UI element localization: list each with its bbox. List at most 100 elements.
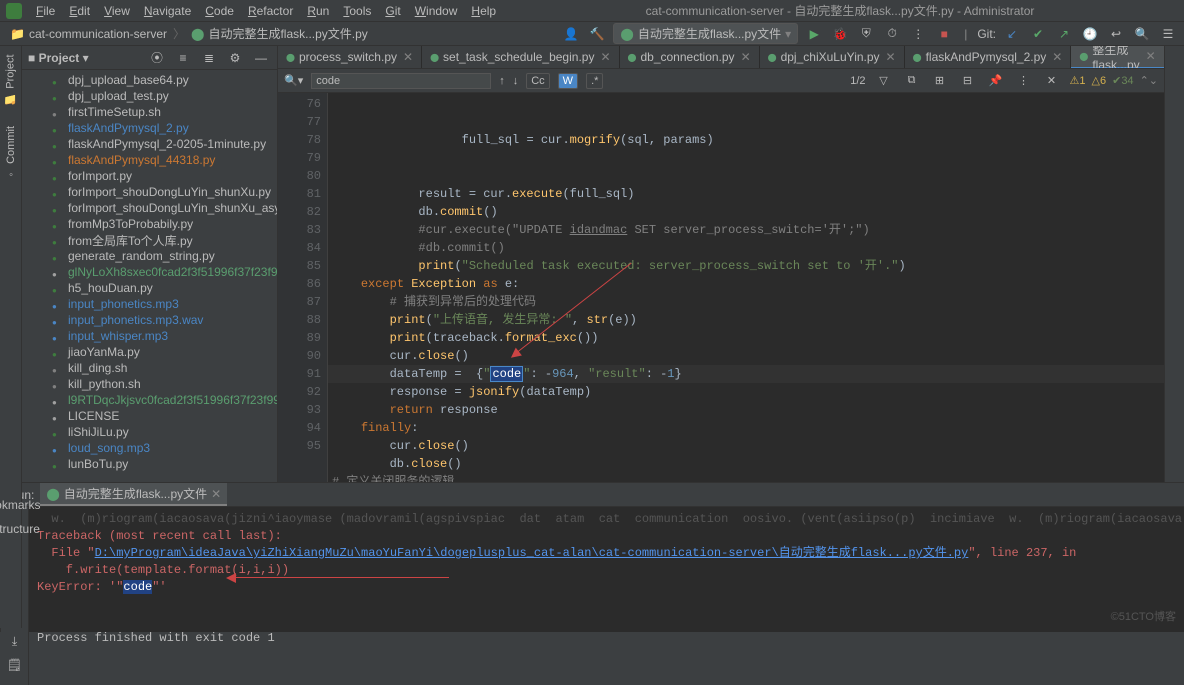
close-tab-icon[interactable]: ✕	[1052, 50, 1062, 64]
expand-all-icon[interactable]: ≡	[173, 48, 193, 68]
menu-run[interactable]: Run	[301, 2, 335, 20]
warn-indicator[interactable]: ⚠1	[1070, 74, 1086, 87]
attach-icon[interactable]: ⋮	[908, 24, 928, 44]
tree-item[interactable]: dpj_upload_test.py	[28, 88, 277, 104]
editor-tab[interactable]: ⬤set_task_schedule_begin.py✕	[422, 46, 619, 69]
prev-match-icon[interactable]: ↑	[499, 75, 505, 87]
run-config-selector[interactable]: ⬤ 自动完整生成flask...py文件 ▾	[613, 23, 798, 44]
tree-item[interactable]: kill_ding.sh	[28, 360, 277, 376]
tree-item[interactable]: flaskAndPymysql_2-0205-1minute.py	[28, 136, 277, 152]
menu-help[interactable]: Help	[465, 2, 502, 20]
git-update-icon[interactable]: ↙	[1002, 24, 1022, 44]
close-tab-icon[interactable]: ✕	[741, 50, 751, 64]
more-icon[interactable]: ⋮	[1014, 71, 1034, 91]
close-tab-icon[interactable]: ✕	[600, 50, 610, 64]
git-rollback-icon[interactable]: ↩	[1106, 24, 1126, 44]
add-sel-icon[interactable]: ⊞	[930, 71, 950, 91]
menu-code[interactable]: Code	[199, 2, 240, 20]
menu-view[interactable]: View	[98, 2, 136, 20]
menu-file[interactable]: File	[30, 2, 61, 20]
close-tab-icon[interactable]: ✕	[1146, 49, 1156, 63]
tree-item[interactable]: fromMp3ToProbabily.py	[28, 216, 277, 232]
editor-tab[interactable]: ⬤db_connection.py✕	[620, 46, 760, 69]
tree-item[interactable]: dpj_upload_base64.py	[28, 72, 277, 88]
tree-item[interactable]: from全局库To个人库.py	[28, 232, 277, 248]
run-tab[interactable]: ⬤ 自动完整生成flask...py文件 ✕	[40, 483, 227, 506]
tree-item[interactable]: loud_song.mp3	[28, 440, 277, 456]
tree-item[interactable]: glNyLoXh8sxec0fcad2f3f51996f37f23f99761	[28, 264, 277, 280]
tree-item[interactable]: firstTimeSetup.sh	[28, 104, 277, 120]
stop-icon[interactable]: ■	[934, 24, 954, 44]
tool-project-tab[interactable]: 📁Project	[4, 50, 17, 110]
profile-icon[interactable]: ⏱	[882, 24, 902, 44]
menu-edit[interactable]: Edit	[63, 2, 96, 20]
search-icon[interactable]: 🔍	[1132, 24, 1152, 44]
menu-navigate[interactable]: Navigate	[138, 2, 197, 20]
filter-icon[interactable]: ▽	[874, 71, 894, 91]
tool-commit-tab[interactable]: ◦Commit	[5, 122, 17, 184]
editor-tab[interactable]: ⬤dpj_chiXuLuYin.py✕	[760, 46, 905, 69]
hide-panel-icon[interactable]: —	[251, 48, 271, 68]
tree-item[interactable]: forImport_shouDongLuYin_shunXu.py	[28, 184, 277, 200]
regex-btn[interactable]: .*	[586, 73, 603, 89]
remove-sel-icon[interactable]: ⊟	[958, 71, 978, 91]
tree-item[interactable]: flaskAndPymysql_44318.py	[28, 152, 277, 168]
tree-item[interactable]: input_phonetics.mp3	[28, 296, 277, 312]
editor-body[interactable]: 7677787980818283848586878889909192939495…	[278, 93, 1164, 482]
breadcrumb-root[interactable]: 📁 cat-communication-server	[6, 27, 171, 41]
menu-window[interactable]: Window	[409, 2, 464, 20]
tree-item[interactable]: liShiJiLu.py	[28, 424, 277, 440]
git-history-icon[interactable]: 🕘	[1080, 24, 1100, 44]
menu-refactor[interactable]: Refactor	[242, 2, 299, 20]
tree-item[interactable]: jiaoYanMa.py	[28, 344, 277, 360]
editor-tabs: ⬤process_switch.py✕⬤set_task_schedule_be…	[278, 46, 1164, 69]
words-btn[interactable]: W	[558, 73, 578, 89]
run-console[interactable]: w. (m)riogram(iacaosava(jizni^iaoymase (…	[29, 507, 1184, 685]
ok-indicator[interactable]: ✔34	[1112, 74, 1133, 87]
tree-item[interactable]: generate_random_string.py	[28, 248, 277, 264]
close-tab-icon[interactable]: ✕	[886, 50, 896, 64]
weak-warn-indicator[interactable]: △6	[1092, 74, 1107, 87]
sel-all-icon[interactable]: ⧉	[902, 71, 922, 91]
git-push-icon[interactable]: ↗	[1054, 24, 1074, 44]
settings-icon[interactable]: ⚙	[225, 48, 245, 68]
select-opened-icon[interactable]: ⦿	[147, 48, 167, 68]
tree-item[interactable]: forImport_shouDongLuYin_shunXu_async.py	[28, 200, 277, 216]
run-icon[interactable]: ▶	[804, 24, 824, 44]
tree-item[interactable]: forImport.py	[28, 168, 277, 184]
user-icon[interactable]: 👤	[561, 24, 581, 44]
menu-tools[interactable]: Tools	[337, 2, 377, 20]
build-icon[interactable]: 🔨	[587, 24, 607, 44]
menu-git[interactable]: Git	[379, 2, 406, 20]
pin-icon[interactable]: 📌	[986, 71, 1006, 91]
tree-item[interactable]: flaskAndPymysql_2.py	[28, 120, 277, 136]
coverage-icon[interactable]: ⛨	[856, 24, 876, 44]
tree-item[interactable]: LICENSE	[28, 408, 277, 424]
chevron-up-down-icon[interactable]: ⌃⌄	[1140, 74, 1158, 87]
tree-item[interactable]: h5_houDuan.py	[28, 280, 277, 296]
print-icon[interactable]: 🗒	[5, 655, 25, 675]
collapse-all-icon[interactable]: ≣	[199, 48, 219, 68]
tree-item[interactable]: l9RTDqcJkjsvc0fcad2f3f51996f37f23f997618	[28, 392, 277, 408]
tree-item[interactable]: input_phonetics.mp3.wav	[28, 312, 277, 328]
editor-tab[interactable]: ⬤自动完整生成flask...py文件.py✕	[1071, 46, 1164, 69]
project-selector[interactable]: ■ Project ▾	[28, 51, 89, 65]
close-find-icon[interactable]: ✕	[1042, 71, 1062, 91]
git-commit-icon[interactable]: ✔	[1028, 24, 1048, 44]
editor-tab[interactable]: ⬤process_switch.py✕	[278, 46, 422, 69]
scroll-end-icon[interactable]: ⤓	[5, 631, 25, 651]
project-tree[interactable]: dpj_upload_base64.pydpj_upload_test.pyfi…	[22, 70, 277, 482]
tree-item[interactable]: lunBoTu.py	[28, 456, 277, 472]
tree-item[interactable]: input_whisper.mp3	[28, 328, 277, 344]
next-match-icon[interactable]: ↓	[513, 75, 519, 87]
settings-ide-icon[interactable]: ☰	[1158, 24, 1178, 44]
editor-tab[interactable]: ⬤flaskAndPymysql_2.py✕	[905, 46, 1072, 69]
search-input[interactable]	[311, 73, 491, 89]
match-case-btn[interactable]: Cc	[526, 73, 549, 89]
debug-icon[interactable]: 🐞	[830, 24, 850, 44]
tool-structure-tab[interactable]: ⊞Structure	[0, 522, 40, 536]
breadcrumb-file[interactable]: ⬤ 自动完整生成flask...py文件.py	[187, 25, 372, 42]
tree-item[interactable]: kill_python.sh	[28, 376, 277, 392]
tool-bookmarks-tab[interactable]: 🔖Bookmarks	[0, 484, 41, 512]
close-tab-icon[interactable]: ✕	[403, 50, 413, 64]
